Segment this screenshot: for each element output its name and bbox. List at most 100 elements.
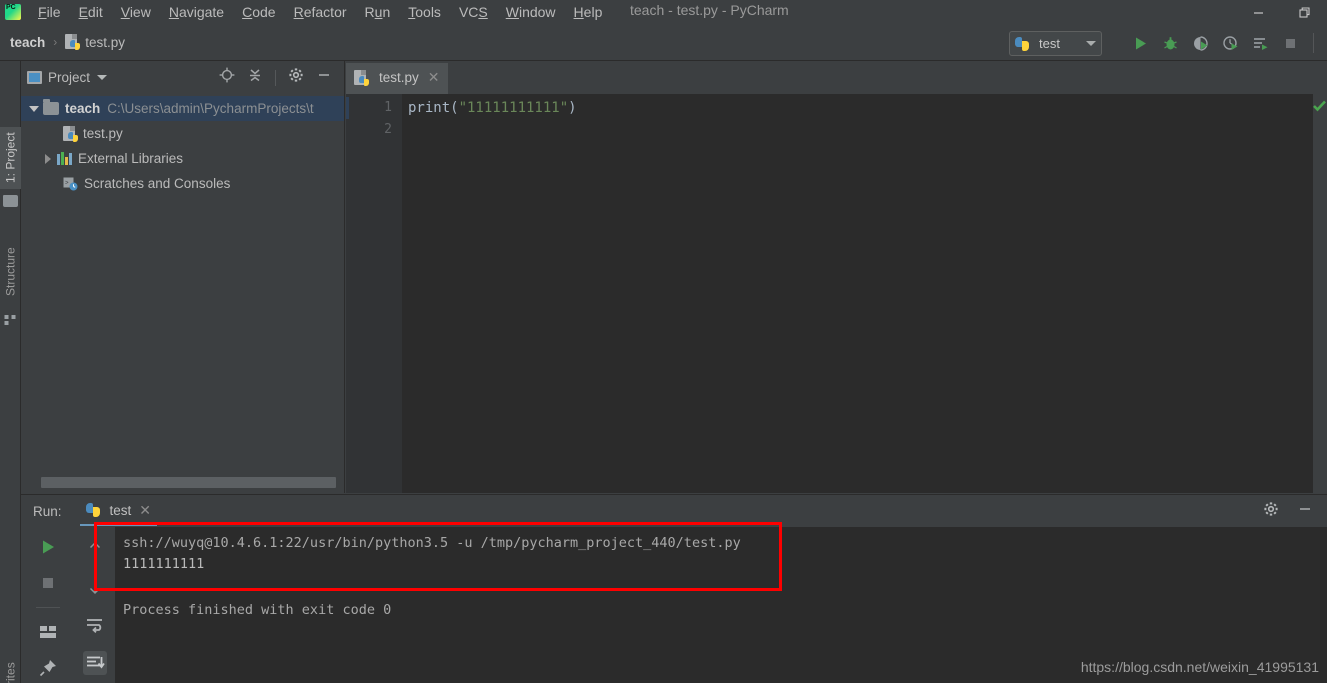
python-icon — [1015, 36, 1029, 51]
sidebar-item-project[interactable]: 1: Project — [0, 127, 21, 189]
down-stacktrace-button[interactable] — [83, 575, 107, 599]
watermark-text: https://blog.csdn.net/weixin_41995131 — [1080, 659, 1319, 675]
navigation-bar: teach › test.py test — [0, 24, 1327, 61]
menu-item-file[interactable]: File — [29, 2, 70, 22]
layout-button[interactable] — [36, 620, 60, 644]
minimize-button[interactable] — [1235, 0, 1281, 24]
locate-target-icon[interactable] — [219, 67, 235, 88]
code-token-paren: ) — [568, 100, 577, 116]
line-number: 1 — [384, 100, 392, 115]
breadcrumb-separator: › — [53, 35, 58, 49]
scroll-to-end-button[interactable] — [83, 651, 107, 675]
breadcrumb-item-project[interactable]: teach — [10, 35, 45, 50]
profile-button[interactable] — [1220, 33, 1240, 53]
scrollbar-thumb[interactable] — [41, 477, 336, 488]
run-tool-window: Run: test ✕ ssh://wuyq@10.4.6.1:22/usr/b… — [21, 494, 1327, 683]
pycharm-logo-icon — [5, 4, 21, 20]
menu-item-edit[interactable]: Edit — [70, 2, 112, 22]
run-panel-header: Run: test ✕ — [21, 495, 1327, 527]
restore-button[interactable] — [1281, 0, 1327, 24]
minimize-icon[interactable] — [316, 67, 332, 88]
soft-wrap-button[interactable] — [83, 613, 107, 637]
run-tab-test[interactable]: test ✕ — [79, 496, 158, 526]
triangle-right-icon[interactable] — [41, 152, 55, 166]
up-stacktrace-button[interactable] — [83, 537, 107, 561]
menu-item-view[interactable]: View — [112, 2, 160, 22]
menu-bar: File Edit View Navigate Code Refactor Ru… — [29, 2, 611, 22]
menu-item-tools[interactable]: Tools — [399, 2, 450, 22]
console-command-line: ssh://wuyq@10.4.6.1:22/usr/bin/python3.5… — [123, 535, 741, 551]
stop-button[interactable] — [1280, 33, 1300, 53]
menu-item-help[interactable]: Help — [565, 2, 612, 22]
triangle-down-icon[interactable] — [27, 102, 41, 116]
pin-tab-button[interactable] — [36, 656, 60, 680]
library-icon — [57, 152, 72, 165]
run-configuration-selector[interactable]: test — [1009, 31, 1102, 56]
python-file-icon — [354, 69, 369, 86]
code-token-function: print( — [408, 100, 459, 116]
folder-icon — [3, 195, 18, 207]
close-icon[interactable]: ✕ — [139, 502, 151, 519]
close-icon[interactable]: ✕ — [428, 69, 440, 86]
gear-icon[interactable] — [288, 67, 304, 88]
menu-item-refactor[interactable]: Refactor — [285, 2, 356, 22]
window-controls — [1235, 0, 1327, 24]
menu-item-navigate[interactable]: Navigate — [160, 2, 233, 22]
toolbar-divider — [1313, 33, 1314, 53]
gear-icon[interactable] — [1263, 501, 1279, 522]
left-tool-strip: 1: Project Structure 2: Favorites — [0, 61, 21, 683]
sidebar-item-structure[interactable]: Structure — [0, 236, 21, 308]
tree-node-scratches[interactable]: > Scratches and Consoles — [21, 171, 344, 196]
project-panel-title: Project — [48, 70, 91, 85]
rerun-button[interactable] — [36, 535, 60, 559]
breadcrumb-item-file[interactable]: test.py — [85, 35, 125, 50]
toolbar-divider — [36, 607, 60, 608]
menu-item-code[interactable]: Code — [233, 2, 284, 22]
editor-area: test.py ✕ 1 2 print("11111111111") — [346, 61, 1327, 493]
run-with-coverage-button[interactable] — [1190, 33, 1210, 53]
current-line-marker — [346, 97, 349, 119]
title-bar: File Edit View Navigate Code Refactor Ru… — [0, 0, 1327, 24]
chevron-down-icon[interactable] — [97, 75, 108, 80]
run-panel-label: Run: — [33, 503, 62, 519]
code-editor[interactable]: print("11111111111") — [402, 94, 1327, 493]
sidebar-item-project-label: 1: Project — [3, 132, 18, 184]
chevron-down-icon — [1086, 41, 1096, 46]
tree-node-teach[interactable]: teach C:\Users\admin\PycharmProjects\t — [21, 96, 344, 121]
editor-tab-bar: test.py ✕ — [346, 61, 1327, 94]
project-tool-window: Project teach C:\Users\admin\PycharmProj… — [21, 61, 345, 493]
tree-node-external-libraries[interactable]: External Libraries — [21, 146, 344, 171]
stop-process-button[interactable] — [36, 571, 60, 595]
tree-node-test-py[interactable]: test.py — [21, 121, 344, 146]
menu-item-window[interactable]: Window — [497, 2, 565, 22]
toolbar-divider — [275, 69, 276, 86]
run-tab-label: test — [109, 502, 132, 518]
run-button[interactable] — [1130, 33, 1150, 53]
run-side-toolbar — [21, 527, 75, 683]
run-configuration-label: test — [1039, 36, 1060, 51]
minimize-icon[interactable] — [1297, 501, 1313, 522]
tree-node-teach-path: C:\Users\admin\PycharmProjects\t — [107, 101, 314, 116]
project-panel-header: Project — [21, 61, 344, 94]
sidebar-item-favorites[interactable]: 2: Favorites — [0, 656, 21, 683]
tree-node-external-libraries-label: External Libraries — [78, 151, 184, 166]
run-with-console-button[interactable] — [1250, 33, 1270, 53]
editor-tab-test-py[interactable]: test.py ✕ — [346, 63, 448, 94]
code-line-1: print("11111111111") — [402, 97, 1327, 119]
run-panel-toolbar — [1263, 501, 1327, 522]
tree-node-test-py-label: test.py — [83, 126, 123, 141]
menu-item-run[interactable]: Run — [356, 2, 400, 22]
svg-text:>: > — [65, 180, 69, 186]
menu-item-vcs[interactable]: VCS — [450, 2, 497, 22]
run-side-toolbar-secondary — [75, 527, 115, 683]
console-output-line: 1111111111 — [123, 556, 205, 572]
structure-icon — [4, 315, 16, 325]
debug-button[interactable] — [1160, 33, 1180, 53]
python-file-icon — [65, 34, 81, 50]
collapse-all-icon[interactable] — [247, 67, 263, 88]
check-ok-icon — [1313, 99, 1326, 117]
project-panel-toolbar — [219, 67, 338, 88]
inspection-stripe[interactable] — [1313, 94, 1327, 493]
project-panel-horizontal-scrollbar[interactable] — [21, 477, 345, 488]
